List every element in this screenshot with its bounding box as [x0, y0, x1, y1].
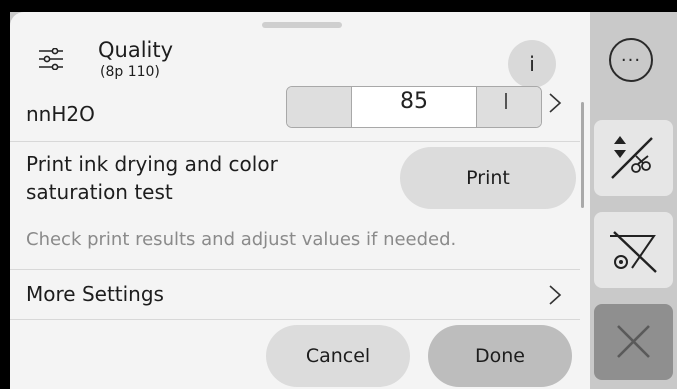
- cut-adjust-icon: [611, 136, 653, 179]
- info-button[interactable]: i: [508, 40, 556, 88]
- info-icon: i: [529, 52, 535, 76]
- more-options-icon: ···: [609, 38, 653, 82]
- page-subtitle: (8p 110): [100, 64, 160, 80]
- nnh2o-stepper[interactable]: 85: [286, 86, 542, 128]
- plus-icon: [505, 93, 507, 109]
- cancel-button[interactable]: Cancel: [266, 325, 410, 387]
- printer-screen: Quality (8p 110) i 85 nnH2O Print ink dr…: [10, 12, 677, 389]
- page-title: Quality: [98, 38, 174, 62]
- quality-panel: Quality (8p 110) i 85 nnH2O Print ink dr…: [10, 12, 590, 389]
- more-settings-row[interactable]: More Settings: [10, 270, 580, 320]
- hint-text: Check print results and adjust values if…: [26, 229, 457, 250]
- nnh2o-label: nnH2O: [26, 102, 95, 126]
- more-settings-label: More Settings: [26, 282, 164, 306]
- stepper-value: 85: [400, 89, 428, 114]
- chevron-right-icon: [549, 285, 562, 305]
- scrollbar[interactable]: [581, 102, 584, 208]
- close-icon: [617, 325, 650, 358]
- divider: [10, 319, 580, 320]
- decrement-button[interactable]: [287, 87, 352, 127]
- print-button[interactable]: Print: [400, 147, 576, 209]
- no-cut-icon: [610, 231, 657, 273]
- cut-adjust-button[interactable]: [594, 120, 673, 196]
- print-test-label: Print ink drying and color saturation te…: [26, 152, 278, 204]
- settings-sliders-icon: [39, 48, 63, 70]
- chevron-right-icon[interactable]: [548, 92, 562, 114]
- done-button[interactable]: Done: [428, 325, 572, 387]
- divider: [10, 141, 580, 142]
- increment-button[interactable]: [476, 87, 541, 127]
- more-options-button[interactable]: ···: [594, 24, 673, 100]
- no-cut-button[interactable]: [594, 212, 673, 288]
- close-button[interactable]: [594, 304, 673, 380]
